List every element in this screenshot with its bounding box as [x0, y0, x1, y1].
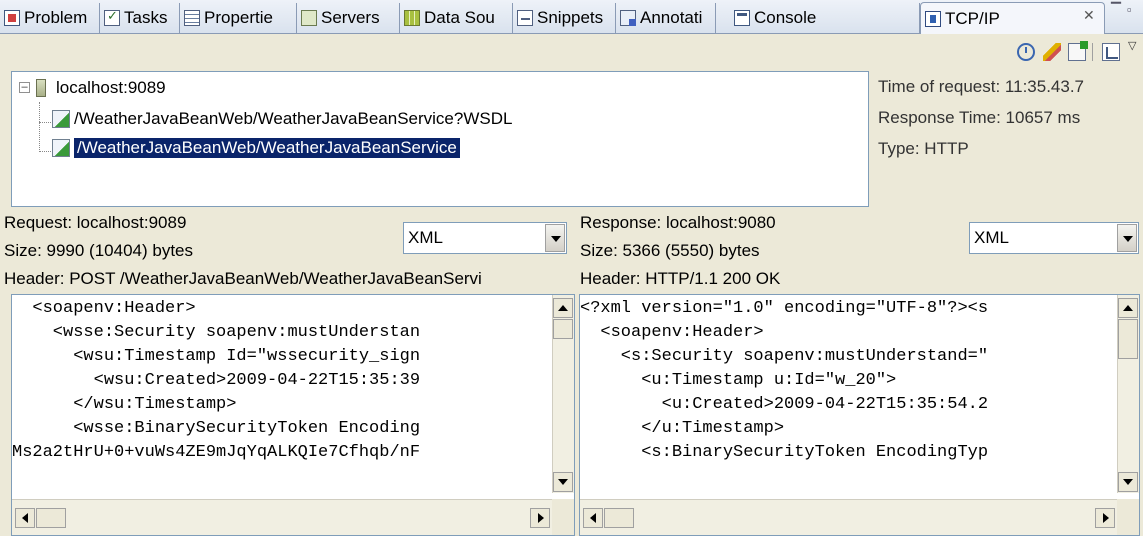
request-vertical-scrollbar[interactable]: [552, 295, 574, 493]
request-tree: – localhost:9089 /WeatherJavaBeanWeb/Wea…: [11, 71, 869, 207]
tab-snippets[interactable]: Snippets: [513, 3, 616, 33]
tab-properties[interactable]: Propertie: [180, 3, 297, 33]
tab-tcpip[interactable]: TCP/IP: [920, 2, 1105, 34]
scroll-left-icon[interactable]: [15, 508, 35, 528]
response-header: Header: HTTP/1.1 200 OK: [580, 269, 781, 288]
tab-label: Servers: [321, 8, 380, 27]
response-body[interactable]: <?xml version="1.0" encoding="UTF-8"?><s…: [579, 294, 1140, 536]
host-label: localhost:9089: [56, 78, 166, 97]
response-title: Response: localhost:9080: [580, 213, 776, 232]
chevron-down-icon[interactable]: [545, 224, 565, 252]
view-toolbar: ▽: [0, 35, 1143, 67]
chevron-down-icon[interactable]: [1117, 224, 1137, 252]
servers-icon: [301, 10, 317, 26]
scroll-up-icon[interactable]: [553, 298, 573, 318]
tab-label: Data Sou: [424, 8, 495, 27]
request-label: /WeatherJavaBeanWeb/WeatherJavaBeanServi…: [74, 138, 460, 158]
response-format-select[interactable]: XML: [969, 222, 1139, 254]
request-horizontal-scrollbar[interactable]: [12, 499, 554, 535]
request-info: Time of request: 11:35.43.7 Response Tim…: [878, 71, 1143, 164]
request-size: Size: 9990 (10404) bytes: [4, 241, 194, 260]
tree-item-request[interactable]: /WeatherJavaBeanWeb/WeatherJavaBeanServi…: [52, 106, 512, 132]
tab-console[interactable]: Console: [724, 3, 920, 33]
time-of-request: Time of request: 11:35.43.7: [878, 77, 1085, 96]
response-body-text: <?xml version="1.0" encoding="UTF-8"?><s…: [580, 299, 989, 462]
console-icon: [734, 10, 750, 26]
scroll-thumb[interactable]: [1118, 319, 1138, 359]
tab-tasks[interactable]: Tasks: [100, 3, 180, 33]
scroll-right-icon[interactable]: [530, 508, 550, 528]
view-menu-icon[interactable]: ▽: [1128, 39, 1142, 57]
close-tab-icon[interactable]: ✕: [1083, 7, 1095, 24]
request-type: Type: HTTP: [878, 139, 969, 158]
request-body[interactable]: <soapenv:Header> <wsse:Security soapenv:…: [11, 294, 575, 536]
view-tab-bar: Problem Tasks Propertie Servers Data Sou…: [0, 0, 1143, 34]
scroll-down-icon[interactable]: [553, 472, 573, 492]
snippets-icon: [517, 10, 533, 26]
tab-label: TCP/IP: [945, 8, 1000, 28]
tab-servers[interactable]: Servers: [297, 3, 400, 33]
scroll-left-icon[interactable]: [583, 508, 603, 528]
problems-icon: [4, 10, 20, 26]
response-size: Size: 5366 (5550) bytes: [580, 241, 760, 260]
tab-problems[interactable]: Problem: [0, 3, 100, 33]
tab-label: Tasks: [124, 8, 168, 27]
tree-item-host[interactable]: localhost:9089: [36, 75, 166, 101]
scroll-right-icon[interactable]: [1095, 508, 1115, 528]
response-horizontal-scrollbar[interactable]: [580, 499, 1119, 535]
collapse-icon[interactable]: –: [19, 82, 30, 93]
scroll-thumb[interactable]: [36, 508, 66, 528]
request-format-value: XML: [408, 228, 443, 247]
tcpip-monitor-icon: [925, 10, 941, 27]
data-source-icon: [404, 10, 420, 26]
tab-label: Problem: [24, 8, 88, 27]
tab-label: Console: [754, 8, 817, 27]
request-icon: [52, 110, 70, 128]
request-title: Request: localhost:9089: [4, 213, 187, 232]
tab-label: Annotati: [640, 8, 703, 27]
response-format-value: XML: [974, 228, 1009, 247]
tab-label: Snippets: [537, 8, 604, 27]
scroll-up-icon[interactable]: [1118, 298, 1138, 318]
response-vertical-scrollbar[interactable]: [1117, 295, 1139, 493]
scroll-thumb[interactable]: [553, 319, 573, 339]
export-icon[interactable]: [1068, 41, 1088, 61]
request-format-select[interactable]: XML: [403, 222, 567, 254]
tree-item-request[interactable]: /WeatherJavaBeanWeb/WeatherJavaBeanServi…: [52, 135, 460, 161]
scroll-down-icon[interactable]: [1118, 472, 1138, 492]
tab-data-source[interactable]: Data Sou: [400, 3, 513, 33]
properties-icon: [184, 10, 200, 26]
tasks-icon: [104, 8, 120, 26]
history-icon[interactable]: [1017, 43, 1035, 61]
request-header: Header: POST /WeatherJavaBeanWeb/Weather…: [4, 269, 482, 288]
host-icon: [36, 79, 46, 97]
properties-icon[interactable]: [1102, 43, 1120, 61]
minimize-icon[interactable]: ▔: [1111, 2, 1121, 18]
request-label: /WeatherJavaBeanWeb/WeatherJavaBeanServi…: [74, 109, 513, 128]
tab-annotations[interactable]: Annotati: [616, 3, 716, 33]
scroll-thumb[interactable]: [604, 508, 634, 528]
request-body-text: <soapenv:Header> <wsse:Security soapenv:…: [12, 299, 421, 462]
clear-icon[interactable]: [1043, 43, 1061, 61]
toolbar-separator: [1092, 43, 1093, 61]
annotations-icon: [620, 10, 636, 26]
tab-label: Propertie: [204, 8, 273, 27]
request-icon: [52, 139, 70, 157]
response-time: Response Time: 10657 ms: [878, 108, 1081, 127]
maximize-icon[interactable]: ▫: [1127, 2, 1132, 17]
